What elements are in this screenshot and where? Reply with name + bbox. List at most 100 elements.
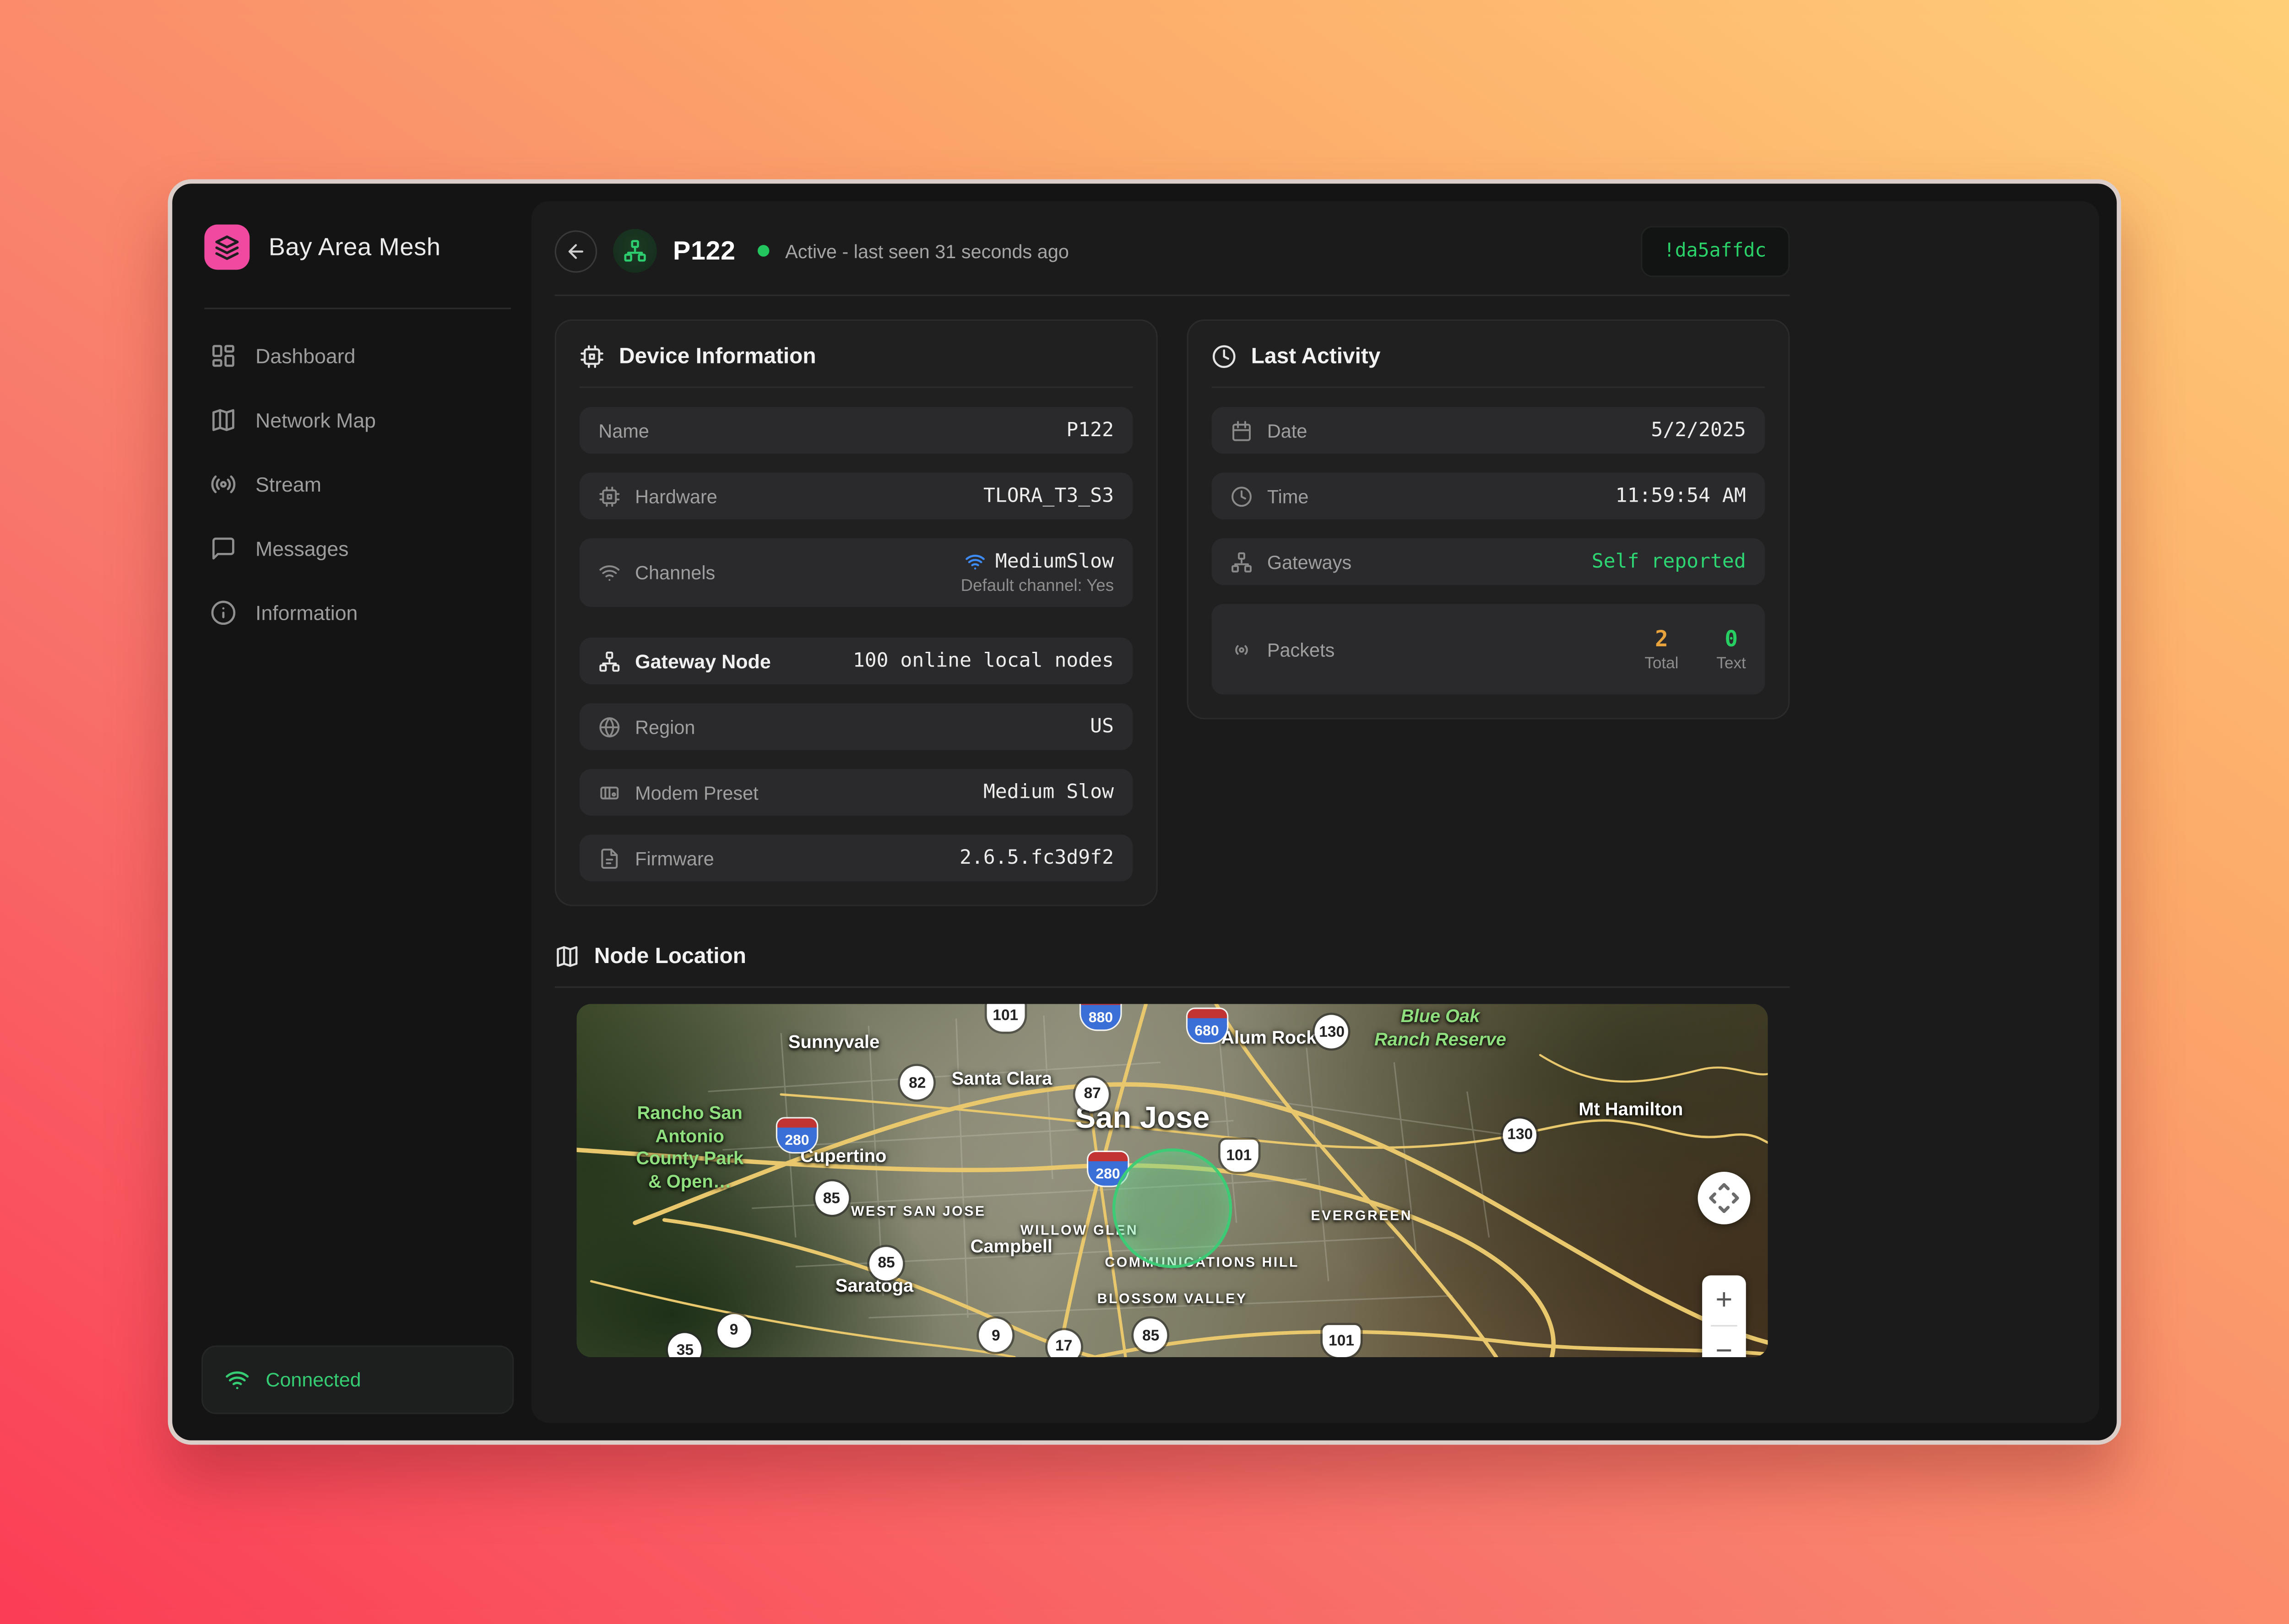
road-shield-130: 130 [1315, 1015, 1349, 1049]
time-row: Time 11:59:54 AM [1212, 473, 1765, 520]
sidebar: Bay Area Mesh Dashboard Network Map Str [190, 201, 529, 1423]
header-divider [555, 295, 1790, 296]
channels-label: Channels [598, 562, 715, 584]
back-button[interactable] [555, 230, 597, 272]
road-shield-280: 280 [777, 1118, 817, 1151]
section-title-text: Node Location [594, 944, 746, 969]
sidebar-item-label: Information [255, 601, 358, 624]
map-place-label: Alum Rock [1221, 1028, 1316, 1051]
gateway-node-row: Gateway Node 100 online local nodes [580, 638, 1133, 684]
sidebar-item-information[interactable]: Information [201, 581, 514, 645]
road-shield-101: 101 [987, 1004, 1025, 1032]
region-value: US [1090, 715, 1114, 738]
road-shield-82: 82 [900, 1066, 934, 1100]
modem-preset-icon [598, 781, 620, 803]
map-place-label: Cupertino [800, 1146, 886, 1169]
road-shield-85: 85 [869, 1247, 903, 1280]
zoom-out-button[interactable]: − [1702, 1326, 1746, 1357]
road-shield-9: 9 [717, 1314, 750, 1347]
map-place-label: San Jose [1075, 1099, 1210, 1138]
clock-icon [1231, 485, 1253, 507]
firmware-value: 2.6.5.fc3d9f2 [960, 846, 1114, 870]
default-channel-note: Default channel: Yes [961, 578, 1114, 595]
wifi-blue-icon [965, 552, 985, 572]
map-icon [210, 407, 236, 433]
road-shield-680: 680 [1187, 1008, 1226, 1042]
date-row: Date 5/2/2025 [1212, 407, 1765, 454]
file-icon [598, 847, 620, 869]
chip-icon [598, 485, 620, 507]
gateways-value: Self reported [1592, 550, 1746, 574]
road-shield-17: 17 [1047, 1330, 1080, 1357]
time-label: Time [1231, 485, 1308, 507]
map-place-label: Santa Clara [952, 1068, 1052, 1091]
packets-label: Packets [1231, 639, 1334, 660]
zoom-in-button[interactable]: + [1702, 1275, 1746, 1325]
firmware-label: Firmware [598, 847, 714, 869]
time-value: 11:59:54 AM [1616, 484, 1746, 508]
map-place-label: Sunnyvale [788, 1031, 879, 1054]
road-shield-101: 101 [1323, 1325, 1361, 1357]
gateway-node-label: Gateway Node [598, 650, 770, 672]
layers-logo-icon [204, 225, 250, 270]
satellite-map[interactable]: SunnyvaleSanta ClaraSan JoseAlum RockBlu… [577, 1004, 1768, 1357]
firmware-row: Firmware 2.6.5.fc3d9f2 [580, 834, 1133, 881]
sidebar-item-label: Network Map [255, 408, 376, 432]
sidebar-item-network-map[interactable]: Network Map [201, 388, 514, 452]
info-icon [210, 600, 236, 626]
packets-total-value: 2 [1655, 626, 1668, 652]
road-shield-130: 130 [1503, 1118, 1537, 1151]
sitemap-icon [1231, 551, 1253, 573]
name-label: Name [598, 419, 649, 441]
map-icon [555, 944, 580, 969]
hardware-label: Hardware [598, 485, 717, 507]
modem-preset-row: Modem Preset Medium Slow [580, 769, 1133, 816]
node-name: P122 [673, 235, 736, 266]
cpu-icon [580, 344, 604, 369]
clock-icon [1212, 344, 1237, 369]
map-place-label: Rancho San Antonio County Park & Open… [636, 1103, 743, 1194]
map-place-label: Campbell [971, 1236, 1052, 1259]
message-icon [210, 536, 236, 562]
sidebar-item-dashboard[interactable]: Dashboard [201, 324, 514, 388]
map-district-label: BLOSSOM VALLEY [1097, 1292, 1248, 1310]
sidebar-item-messages[interactable]: Messages [201, 516, 514, 580]
map-pan-control[interactable] [1698, 1172, 1751, 1224]
gateway-node-value: 100 online local nodes [853, 649, 1114, 672]
name-row: Name P122 [580, 407, 1133, 454]
device-information-card: Device Information Name P122 Hardw [555, 319, 1158, 906]
last-activity-card: Last Activity Date 5/2/2025 [1187, 319, 1790, 720]
card-title-text: Device Information [619, 344, 816, 369]
map-place-label: Saratoga [835, 1275, 914, 1298]
radio-icon [210, 471, 236, 497]
hardware-row: Hardware TLORA_T3_S3 [580, 473, 1133, 520]
map-district-label: WEST SAN JOSE [851, 1204, 986, 1221]
desktop-background: Bay Area Mesh Dashboard Network Map Str [0, 14, 2289, 1609]
channels-row: Channels MediumSlow Default channel: Yes [580, 538, 1133, 607]
road-shield-85: 85 [815, 1181, 848, 1215]
globe-icon [598, 716, 620, 738]
app-name: Bay Area Mesh [269, 233, 441, 262]
region-row: Region US [580, 703, 1133, 750]
last-activity-title: Last Activity [1212, 344, 1765, 388]
network-node-icon [624, 239, 647, 262]
arrow-left-icon [565, 240, 587, 262]
packets-total-caption: Total [1644, 655, 1678, 672]
sidebar-item-stream[interactable]: Stream [201, 452, 514, 516]
node-status-text: Active - last seen 31 seconds ago [785, 240, 1069, 262]
wifi-icon [598, 562, 620, 584]
gateways-row: Gateways Self reported [1212, 538, 1765, 585]
main-panel: P122 Active - last seen 31 seconds ago !… [532, 201, 2099, 1423]
modem-preset-label: Modem Preset [598, 781, 758, 803]
packets-text-value: 0 [1725, 626, 1738, 652]
wifi-icon [225, 1367, 250, 1392]
modem-preset-value: Medium Slow [983, 780, 1114, 804]
node-avatar [613, 229, 657, 273]
connection-status-badge: Connected [201, 1345, 514, 1414]
node-id-badge[interactable]: !da5affdc [1640, 225, 1790, 276]
road-shield-880: 880 [1081, 1004, 1120, 1029]
packets-text-caption: Text [1716, 655, 1746, 672]
card-title-text: Last Activity [1251, 344, 1381, 369]
sidebar-item-label: Dashboard [255, 344, 355, 368]
map-zoom-control: + − [1702, 1275, 1746, 1357]
